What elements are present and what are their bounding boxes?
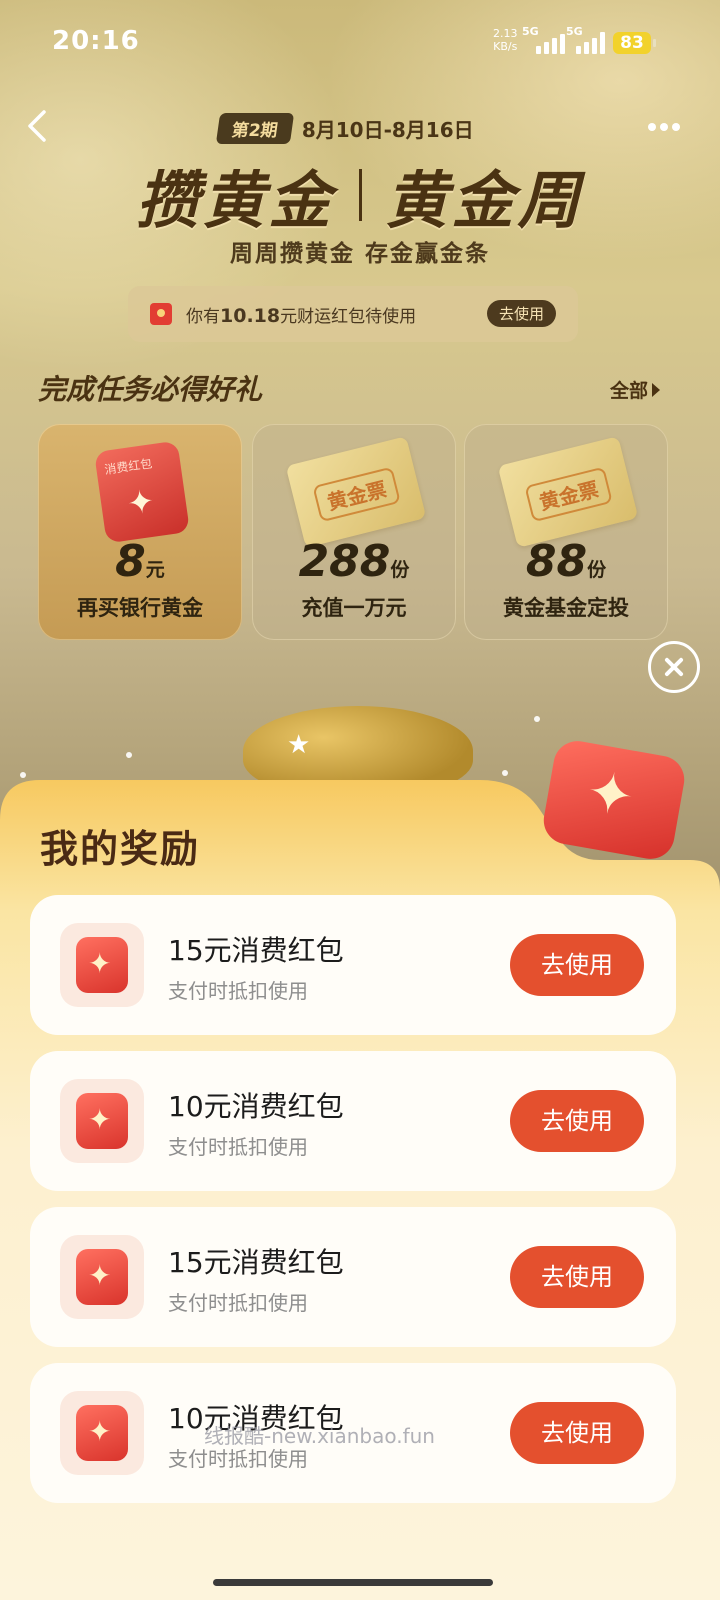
reward-item: ✦ 10元消费红包 支付时抵扣使用 去使用 [30,1051,676,1191]
title-left: 攒黄金 [136,164,335,237]
title-right: 黄金周 [385,164,584,237]
reward-subtitle: 支付时抵扣使用 [168,979,308,1003]
reward-use-button[interactable]: 去使用 [510,934,644,996]
sim2-label: 5G [566,25,583,38]
rewards-title: 我的奖励 [40,827,201,871]
home-indicator[interactable] [213,1579,493,1586]
tasks-title: 完成任务必得好礼 [38,373,263,406]
reward-subtitle: 支付时抵扣使用 [168,1135,308,1159]
task-amount: 8元 [38,536,242,587]
notice-amount: 10.18 [220,304,281,327]
watermark: 线报酷-new.xianbao.fun [204,1424,435,1448]
status-time: 20:16 [52,26,140,56]
tasks-all-link[interactable]: 全部 [610,376,660,403]
sparkle-dot [502,770,508,776]
task-amount-value: 288 [298,536,391,587]
reward-use-button[interactable]: 去使用 [510,1090,644,1152]
task-amount-value: 88 [525,536,588,587]
back-button[interactable] [20,104,60,148]
reward-use-button[interactable]: 去使用 [510,1402,644,1464]
sparkle-icon: ✦ [581,758,640,831]
red-packet-icon: ✦ [60,923,144,1007]
task-badge: 黄金票 [524,466,613,523]
red-packet-icon [150,303,172,325]
reward-title: 15元消费红包 [168,1246,344,1279]
task-card[interactable]: 消费红包 ✦ 8元 再买银行黄金 [38,424,242,640]
more-button[interactable] [644,112,684,142]
task-description: 黄金基金定投 [503,596,629,620]
status-bar: 20:16 2.13 KB/s 5G 5G 83 [0,0,720,86]
task-amount-unit: 份 [587,559,607,581]
task-card[interactable]: 黄金票 288份 充值一万元 [252,424,456,640]
task-amount: 288份 [252,536,456,587]
network-speed-unit: KB/s [493,40,518,53]
task-card[interactable]: 黄金票 88份 黄金基金定投 [464,424,668,640]
reward-item: ✦ 15元消费红包 支付时抵扣使用 去使用 [30,895,676,1035]
sim1-label: 5G [522,25,539,38]
more-dots-icon [648,123,680,131]
task-amount: 88份 [464,536,668,587]
reward-use-button[interactable]: 去使用 [510,1246,644,1308]
battery-icon: 83 [613,32,656,54]
signal-icon-2: 5G [566,25,605,54]
sparkle-icon: ✦ [124,481,157,523]
task-description: 充值一万元 [301,596,407,620]
redpacket-notice[interactable]: 你有10.18元财运红包待使用 去使用 [128,286,578,342]
reward-title: 10元消费红包 [168,1090,344,1123]
gold-ticket-icon: 黄金票 [285,436,427,548]
notice-use-button[interactable]: 去使用 [486,300,556,327]
task-amount-value: 8 [115,536,146,587]
signal-icon: 5G [522,25,565,54]
notice-prefix: 你有 [186,306,220,327]
network-speed: 2.13 KB/s [493,27,518,53]
reward-item: ✦ 15元消费红包 支付时抵扣使用 去使用 [30,1207,676,1347]
gold-ticket-icon: 黄金票 [497,436,639,548]
reward-subtitle: 支付时抵扣使用 [168,1291,308,1315]
close-icon[interactable] [648,641,700,693]
title-divider [358,169,362,221]
red-packet-icon: ✦ [60,1079,144,1163]
network-speed-value: 2.13 [493,27,518,40]
task-amount-unit: 份 [390,559,410,581]
page-subtitle: 周周攒黄金 存金赢金条 [229,241,490,267]
task-description: 再买银行黄金 [77,596,203,620]
sparkle-dot [20,772,26,778]
task-amount-unit: 元 [145,559,165,581]
red-packet-icon: 消费红包 ✦ [94,440,190,544]
reward-title: 15元消费红包 [168,934,344,967]
period-info: 第2期 8月10日-8月16日 [215,113,474,144]
task-badge: 消费红包 [103,456,154,477]
period-badge: 第2期 [215,113,295,144]
page-title: 攒黄金 黄金周 [0,150,720,240]
sparkle-icon: ★ [287,730,311,760]
notice-text: 你有10.18元财运红包待使用 [186,302,416,327]
period-dates: 8月10日-8月16日 [301,118,474,142]
red-packet-icon: ✦ [60,1235,144,1319]
task-badge: 黄金票 [312,466,401,523]
notice-suffix: 元财运红包待使用 [280,306,417,327]
sparkle-dot [534,716,540,722]
red-packet-icon: ✦ [60,1391,144,1475]
chevron-left-icon [28,110,46,142]
sparkle-dot [126,752,132,758]
